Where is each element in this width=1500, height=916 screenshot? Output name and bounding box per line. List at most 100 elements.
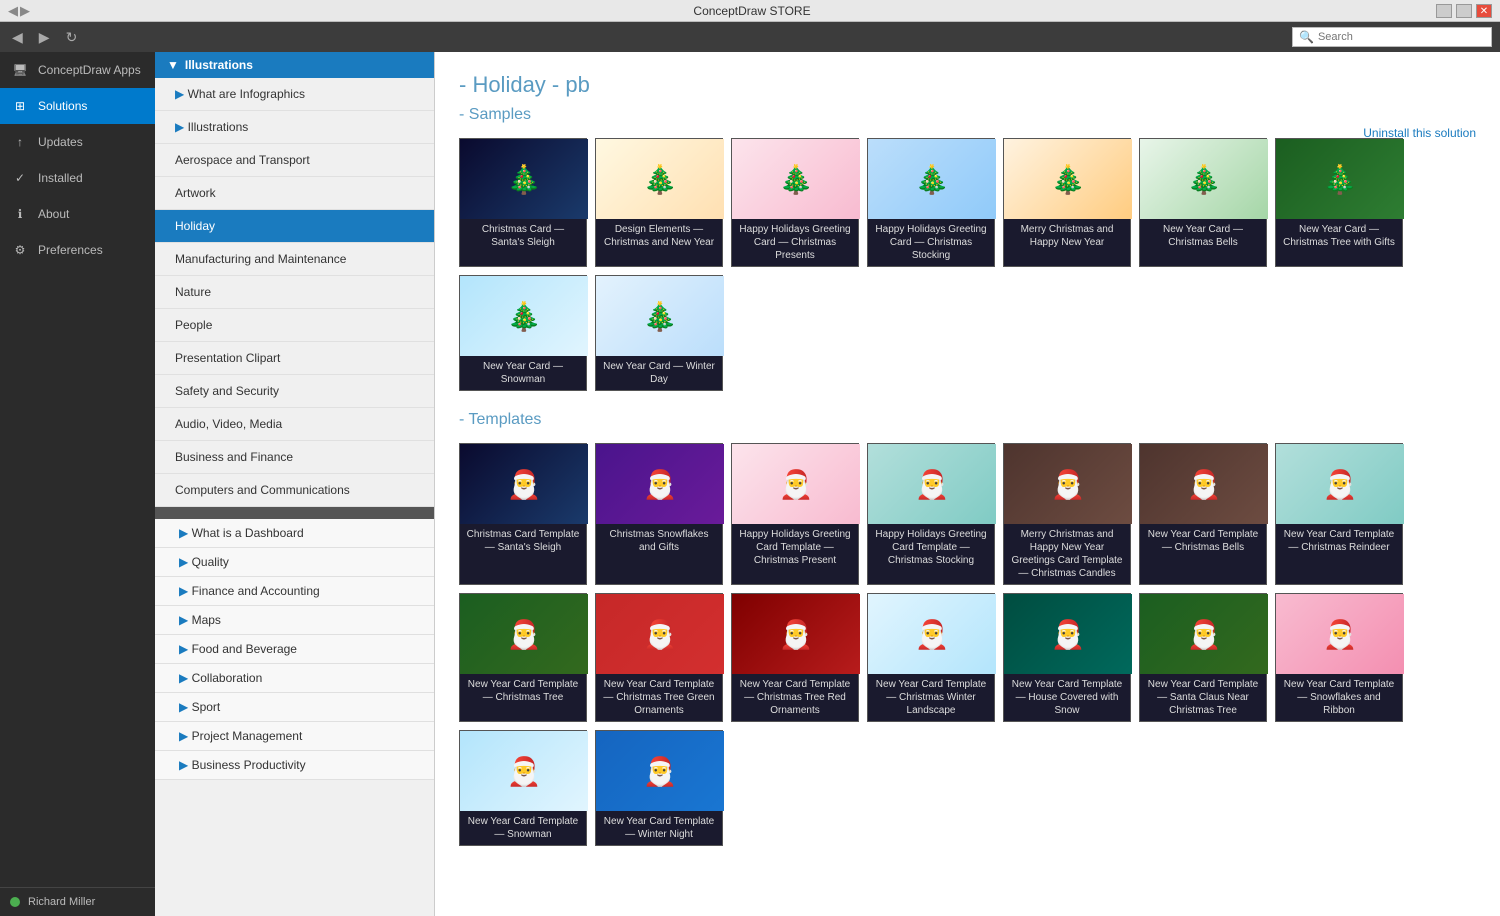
card-label: New Year Card Template — Winter Night	[596, 811, 722, 845]
sidebar-label-preferences: Preferences	[38, 243, 103, 257]
sample-card-4[interactable]: 🎄 Merry Christmas and Happy New Year	[1003, 138, 1131, 267]
sidebar-label-updates: Updates	[38, 135, 83, 149]
label-infographics: What are Infographics	[188, 87, 305, 101]
template-card-11[interactable]: 🎅 New Year Card Template — House Covered…	[1003, 593, 1131, 722]
sidebar-label-installed: Installed	[38, 171, 83, 185]
template-card-9[interactable]: 🎅 New Year Card Template — Christmas Tre…	[731, 593, 859, 722]
sidebar-label-apps: ConceptDraw Apps	[38, 63, 141, 77]
card-thumbnail: 🎄	[596, 139, 724, 219]
user-avatar-status	[10, 897, 20, 907]
sample-card-0[interactable]: 🎄 Christmas Card — Santa's Sleigh	[459, 138, 587, 267]
illustrations-collapse-icon: ▼	[167, 58, 179, 72]
middle-item-presentation[interactable]: Presentation Clipart	[155, 342, 434, 375]
refresh-button[interactable]: ↻	[62, 27, 82, 48]
template-card-13[interactable]: 🎅 New Year Card Template — Snowflakes an…	[1275, 593, 1403, 722]
sidebar-item-solutions[interactable]: ⊞ Solutions	[0, 88, 155, 124]
back-button[interactable]: ◀	[8, 27, 27, 48]
forward-button[interactable]: ▶	[35, 27, 54, 48]
preferences-icon: ⚙	[10, 240, 30, 260]
installed-icon: ✓	[10, 168, 30, 188]
app-body: 🖥 ConceptDraw Apps ⊞ Solutions ↑ Updates…	[0, 52, 1500, 916]
middle-item-people[interactable]: People	[155, 309, 434, 342]
template-card-10[interactable]: 🎅 New Year Card Template — Christmas Win…	[867, 593, 995, 722]
card-label: New Year Card Template — Snowman	[460, 811, 586, 845]
close-button[interactable]: ✕	[1476, 4, 1492, 18]
middle-item-safety[interactable]: Safety and Security	[155, 375, 434, 408]
sidebar: 🖥 ConceptDraw Apps ⊞ Solutions ↑ Updates…	[0, 52, 155, 916]
card-thumbnail: 🎅	[1276, 594, 1404, 674]
template-card-0[interactable]: 🎅 Christmas Card Template — Santa's Slei…	[459, 443, 587, 585]
card-label: Christmas Snowflakes and Gifts	[596, 524, 722, 558]
middle-item-artwork[interactable]: Artwork	[155, 177, 434, 210]
middle-item-aerospace[interactable]: Aerospace and Transport	[155, 144, 434, 177]
sample-card-5[interactable]: 🎄 New Year Card — Christmas Bells	[1139, 138, 1267, 267]
template-card-15[interactable]: 🎅 New Year Card Template — Winter Night	[595, 730, 723, 846]
sidebar-item-installed[interactable]: ✓ Installed	[0, 160, 155, 196]
template-card-5[interactable]: 🎅 New Year Card Template — Christmas Bel…	[1139, 443, 1267, 585]
minimize-button[interactable]: −	[1436, 4, 1452, 18]
template-card-7[interactable]: 🎅 New Year Card Template — Christmas Tre…	[459, 593, 587, 722]
nav-bar: ◀ ▶ ↻ 🔍	[0, 22, 1500, 52]
sidebar-item-conceptdraw-apps[interactable]: 🖥 ConceptDraw Apps	[0, 52, 155, 88]
card-thumbnail: 🎅	[732, 594, 860, 674]
middle-item-business[interactable]: Business and Finance	[155, 441, 434, 474]
card-label: Design Elements — Christmas and New Year	[596, 219, 722, 253]
middle-sub-item-quality[interactable]: ▶ Quality	[155, 548, 434, 577]
card-thumbnail: 🎅	[596, 444, 724, 524]
card-thumbnail: 🎅	[868, 594, 996, 674]
search-box[interactable]: 🔍	[1292, 27, 1492, 47]
template-card-6[interactable]: 🎅 New Year Card Template — Christmas Rei…	[1275, 443, 1403, 585]
card-label: Happy Holidays Greeting Card Template — …	[868, 524, 994, 571]
middle-item-what-are-infographics[interactable]: ▶ What are Infographics	[155, 78, 434, 111]
middle-sub-item-sport[interactable]: ▶ Sport	[155, 693, 434, 722]
template-card-3[interactable]: 🎅 Happy Holidays Greeting Card Template …	[867, 443, 995, 585]
template-card-1[interactable]: 🎅 Christmas Snowflakes and Gifts	[595, 443, 723, 585]
middle-item-nature[interactable]: Nature	[155, 276, 434, 309]
template-card-2[interactable]: 🎅 Happy Holidays Greeting Card Template …	[731, 443, 859, 585]
card-label: New Year Card Template — Christmas Winte…	[868, 674, 994, 721]
label-illustrations-sub: Illustrations	[188, 120, 249, 134]
search-input[interactable]	[1318, 31, 1485, 43]
template-card-8[interactable]: 🎅 New Year Card Template — Christmas Tre…	[595, 593, 723, 722]
middle-sub-item-food[interactable]: ▶ Food and Beverage	[155, 635, 434, 664]
sample-card-6[interactable]: 🎄 New Year Card — Christmas Tree with Gi…	[1275, 138, 1403, 267]
nav-forward-icon[interactable]: ▶	[20, 3, 30, 19]
template-card-4[interactable]: 🎅 Merry Christmas and Happy New Year Gre…	[1003, 443, 1131, 585]
sidebar-item-updates[interactable]: ↑ Updates	[0, 124, 155, 160]
updates-icon: ↑	[10, 132, 30, 152]
card-thumbnail: 🎅	[596, 594, 724, 674]
middle-sub-item-maps[interactable]: ▶ Maps	[155, 606, 434, 635]
restore-button[interactable]: □	[1456, 4, 1472, 18]
middle-sub-item-collaboration[interactable]: ▶ Collaboration	[155, 664, 434, 693]
middle-item-illustrations[interactable]: ▶ Illustrations	[155, 111, 434, 144]
card-thumbnail: 🎄	[460, 276, 588, 356]
template-card-12[interactable]: 🎅 New Year Card Template — Santa Claus N…	[1139, 593, 1267, 722]
templates-header: - Templates	[459, 411, 1476, 429]
sample-card-3[interactable]: 🎄 Happy Holidays Greeting Card — Christm…	[867, 138, 995, 267]
apps-icon: 🖥	[10, 60, 30, 80]
card-label: New Year Card Template — Christmas Tree …	[732, 674, 858, 721]
template-card-14[interactable]: 🎅 New Year Card Template — Snowman	[459, 730, 587, 846]
sample-card-1[interactable]: 🎄 Design Elements — Christmas and New Ye…	[595, 138, 723, 267]
middle-item-manufacturing[interactable]: Manufacturing and Maintenance	[155, 243, 434, 276]
middle-item-holiday[interactable]: Holiday	[155, 210, 434, 243]
sample-card-8[interactable]: 🎄 New Year Card — Winter Day	[595, 275, 723, 391]
nav-back-icon[interactable]: ◀	[8, 3, 18, 19]
middle-sub-item-productivity[interactable]: ▶ Business Productivity	[155, 751, 434, 780]
samples-header: - Samples	[459, 106, 1476, 124]
sidebar-item-preferences[interactable]: ⚙ Preferences	[0, 232, 155, 268]
middle-item-computers[interactable]: Computers and Communications	[155, 474, 434, 507]
middle-sub-item-finance[interactable]: ▶ Finance and Accounting	[155, 577, 434, 606]
content-panel: Uninstall this solution - Holiday - pb -…	[435, 52, 1500, 916]
card-thumbnail: 🎅	[460, 594, 588, 674]
middle-sub-item-project[interactable]: ▶ Project Management	[155, 722, 434, 751]
card-label: New Year Card Template — Snowflakes and …	[1276, 674, 1402, 721]
card-label: New Year Card Template — Christmas Tree	[460, 674, 586, 708]
uninstall-link[interactable]: Uninstall this solution	[1363, 126, 1476, 140]
card-thumbnail: 🎅	[1004, 594, 1132, 674]
middle-item-audio[interactable]: Audio, Video, Media	[155, 408, 434, 441]
sample-card-7[interactable]: 🎄 New Year Card — Snowman	[459, 275, 587, 391]
sample-card-2[interactable]: 🎄 Happy Holidays Greeting Card — Christm…	[731, 138, 859, 267]
sidebar-item-about[interactable]: ℹ About	[0, 196, 155, 232]
middle-sub-item-dashboard[interactable]: ▶ What is a Dashboard	[155, 519, 434, 548]
